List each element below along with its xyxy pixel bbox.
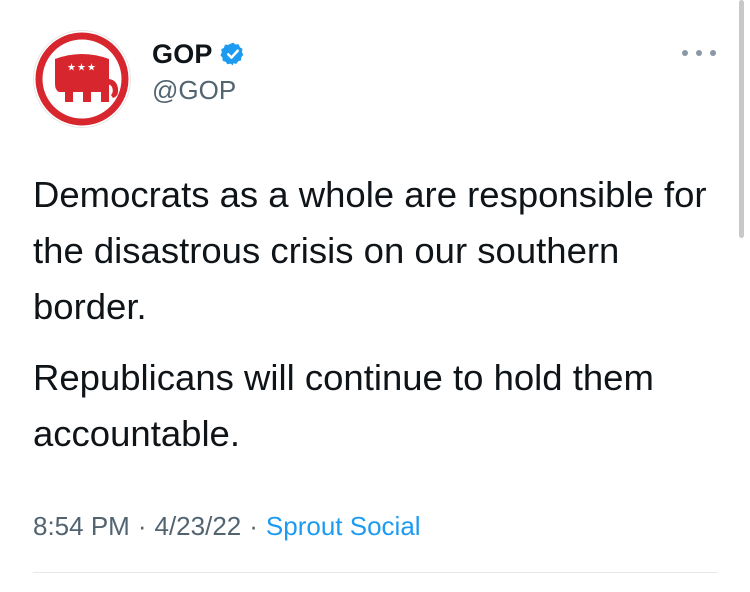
tweet-time[interactable]: 8:54 PM xyxy=(33,511,130,541)
more-options-button[interactable] xyxy=(682,46,716,60)
verified-badge-icon xyxy=(220,42,243,66)
author-display-name[interactable]: GOP xyxy=(152,39,213,70)
meta-separator: · xyxy=(249,511,258,541)
scrollbar-thumb[interactable] xyxy=(739,0,744,238)
avatar[interactable]: ★★★ xyxy=(33,30,131,128)
tweet-date[interactable]: 4/23/22 xyxy=(155,511,242,541)
author-handle[interactable]: @GOP xyxy=(152,75,246,106)
divider xyxy=(33,572,718,573)
more-dot-icon xyxy=(696,50,702,56)
more-dot-icon xyxy=(710,50,716,56)
author-block: GOP @GOP xyxy=(152,37,246,106)
tweet-paragraph: Republicans will continue to hold them a… xyxy=(33,357,654,454)
tweet-paragraph: Democrats as a whole are responsible for… xyxy=(33,174,707,327)
tweet: ★★★ GOP @GOP Democrats as a whole are re… xyxy=(0,0,750,592)
tweet-text: Democrats as a whole are responsible for… xyxy=(33,167,723,462)
svg-text:★★★: ★★★ xyxy=(67,63,97,74)
author-name-row: GOP xyxy=(152,37,246,71)
more-dot-icon xyxy=(682,50,688,56)
gop-elephant-logo-icon: ★★★ xyxy=(35,32,129,126)
meta-separator: · xyxy=(137,511,147,541)
tweet-source-link[interactable]: Sprout Social xyxy=(266,511,421,541)
tweet-meta: 8:54 PM · 4/23/22 · Sprout Social xyxy=(33,511,421,542)
